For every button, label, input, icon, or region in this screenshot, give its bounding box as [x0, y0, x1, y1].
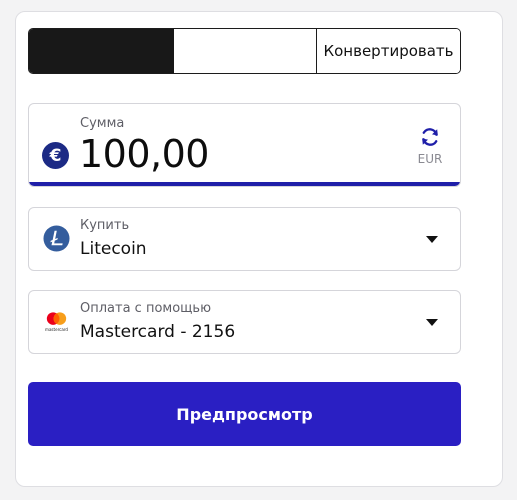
euro-icon: €	[42, 142, 69, 169]
swap-currency-button[interactable]: EUR	[414, 124, 446, 174]
refresh-icon	[422, 128, 438, 146]
amount-label: Сумма	[80, 116, 125, 131]
payment-method-select[interactable]: mastercard Оплата с помощью Mastercard -…	[28, 290, 461, 354]
litecoin-icon	[43, 225, 70, 252]
tab-sell[interactable]	[174, 29, 317, 73]
tab-convert[interactable]: Конвертировать	[317, 29, 460, 73]
tab-buy[interactable]	[29, 29, 174, 73]
chevron-down-icon	[426, 319, 438, 326]
swap-currency-label: EUR	[417, 152, 443, 166]
payment-value: Mastercard - 2156	[80, 322, 236, 342]
chevron-down-icon	[426, 236, 438, 243]
payment-label: Оплата с помощью	[80, 301, 212, 316]
mastercard-icon: mastercard	[45, 312, 68, 332]
amount-field[interactable]: Сумма € 100,00 EUR	[28, 103, 461, 187]
preview-button[interactable]: Предпросмотр	[28, 382, 461, 446]
buy-value: Litecoin	[80, 239, 147, 259]
currency-symbol: €	[49, 145, 62, 166]
focus-underline	[29, 182, 460, 186]
preview-button-label: Предпросмотр	[176, 404, 313, 424]
tab-convert-label: Конвертировать	[323, 42, 454, 60]
mode-tabs: Конвертировать	[28, 28, 461, 74]
amount-input[interactable]: 100,00	[79, 132, 209, 176]
mastercard-wordmark: mastercard	[45, 327, 68, 332]
buy-asset-select[interactable]: Купить Litecoin	[28, 207, 461, 271]
buy-label: Купить	[80, 218, 130, 233]
